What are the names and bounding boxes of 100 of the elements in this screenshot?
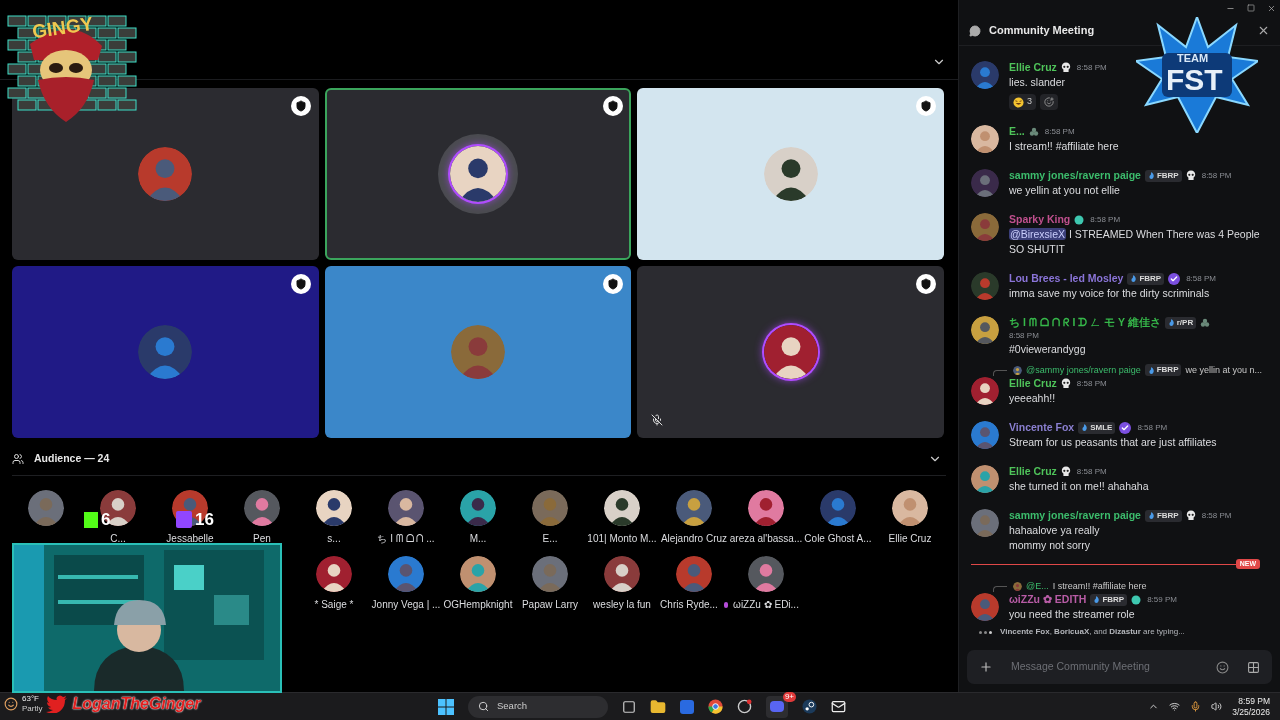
avatar — [1013, 581, 1022, 591]
participant-tile[interactable] — [324, 88, 632, 260]
participant-tile[interactable] — [12, 266, 319, 438]
audience-name[interactable]: C... — [110, 531, 126, 546]
audience-name[interactable]: ち I ᗰ ᗝ ᑎ ... — [377, 531, 435, 546]
author-name[interactable]: ωiZZu ✿ EDITH — [1009, 591, 1087, 608]
reaction-button[interactable]: 3 — [1009, 94, 1036, 110]
audience-name[interactable]: ωiZZu ✿ EDi... — [733, 597, 799, 612]
maximize-icon[interactable] — [1247, 4, 1255, 12]
participant-tile[interactable] — [637, 266, 944, 438]
notification-badge: 9+ — [782, 691, 796, 702]
flame-icon — [1147, 512, 1155, 519]
audience-name[interactable]: Chris Ryde... — [660, 597, 718, 612]
flame-icon — [1081, 424, 1089, 431]
timestamp: 8:59 PM — [1147, 593, 1177, 606]
network-icon[interactable] — [1169, 701, 1181, 712]
reply-mention[interactable]: @sammy jones/ravern paige — [1026, 364, 1141, 376]
steam-icon[interactable] — [802, 699, 817, 714]
clock-date[interactable]: 3/25/2026 — [1232, 706, 1270, 718]
author-name[interactable]: Ellie Cruz — [1009, 59, 1057, 76]
audience-name[interactable]: Alejandro Cruz — [660, 531, 728, 546]
avatar — [1013, 365, 1022, 375]
audience-name[interactable]: Cole Ghost A... — [804, 531, 872, 546]
audience-name[interactable]: Pen — [253, 531, 271, 546]
clock-time[interactable]: 8:59 PM — [1238, 695, 1270, 707]
author-name[interactable]: ち I ᗰ ᗝ ᑎ ᖇ I ᗪ ㄥ モ Y 維佳さ — [1009, 314, 1161, 331]
task-view-icon[interactable] — [622, 699, 636, 714]
author-name[interactable]: Ellie Cruz — [1009, 463, 1057, 480]
audience-name[interactable]: OGHempknight — [443, 597, 513, 612]
emblem-small-text: TEAM — [1177, 53, 1209, 64]
typing-indicator: Vincente Fox, BoricuaX, and Dizastur are typing... — [1000, 626, 1185, 638]
browser-icon[interactable] — [708, 699, 723, 714]
audience-name[interactable]: M... — [469, 531, 487, 546]
laughing-emoji-icon — [1013, 96, 1024, 108]
author-name[interactable]: Sparky King — [1009, 211, 1071, 228]
taskbar-search-field[interactable]: Search — [468, 695, 608, 718]
message-text: she turned it on me!! ahahaha — [1009, 479, 1149, 494]
audience-name[interactable]: areza al'bassa... — [729, 531, 803, 546]
avatar — [460, 490, 496, 526]
windows-start-icon[interactable] — [438, 698, 454, 715]
moderator-shield-icon — [290, 96, 311, 116]
avatar — [971, 125, 999, 153]
mail-icon[interactable] — [831, 699, 846, 714]
apps-icon[interactable] — [1247, 660, 1260, 674]
flame-icon — [1147, 366, 1155, 374]
avatar — [532, 556, 568, 592]
app-square-icon[interactable] — [680, 699, 694, 714]
audience-name[interactable]: Jessabelle — [166, 531, 214, 546]
message-input[interactable]: Message Community Meeting — [1011, 659, 1198, 675]
folder-icon[interactable] — [650, 698, 666, 715]
emoji-icon[interactable] — [1216, 660, 1229, 674]
avatar — [316, 556, 352, 592]
reply-preview: we yellin at you n... — [1185, 364, 1262, 376]
audience-name[interactable]: wesley la fun — [593, 597, 651, 612]
avatar — [244, 490, 280, 526]
viewer-count: 16 — [195, 511, 214, 528]
close-window-icon[interactable] — [1267, 3, 1276, 13]
avatar — [971, 421, 999, 449]
add-reaction-button[interactable] — [1040, 94, 1058, 110]
flame-icon — [1147, 172, 1155, 179]
timestamp: 8:58 PM — [1201, 169, 1232, 182]
gem-icon — [1074, 214, 1085, 225]
participant-tile[interactable] — [324, 266, 632, 438]
message-text: SO SHUTIT — [1009, 242, 1066, 257]
author-name[interactable]: Ellie Cruz — [1009, 375, 1057, 392]
audience-name[interactable]: s... — [327, 531, 341, 546]
audience-name[interactable]: Jonny Vega | ... — [371, 597, 441, 612]
audience-name[interactable]: 101| Monto M... — [587, 531, 657, 546]
timestamp: 8:58 PM — [1076, 61, 1107, 74]
timestamp: 8:58 PM — [1076, 465, 1107, 478]
author-name[interactable]: E... — [1009, 123, 1025, 140]
author-name[interactable]: sammy jones/ravern paige — [1009, 507, 1141, 524]
avatar — [971, 213, 999, 241]
audience-name[interactable]: Papaw Larry — [521, 597, 579, 612]
author-name[interactable]: Lou Brees - led Mosley — [1009, 270, 1124, 287]
reply-mention[interactable]: @E... — [1026, 580, 1049, 592]
author-name[interactable]: sammy jones/ravern paige — [1009, 167, 1141, 184]
flame-icon — [1093, 596, 1101, 603]
message-text: Stream for us peasants that are just affiliates — [1009, 435, 1217, 450]
tag-label: r/PR — [1176, 318, 1194, 327]
close-icon[interactable] — [1257, 24, 1270, 37]
weather-temperature: 63°F — [22, 694, 40, 704]
message-text: hahaalove ya really — [1009, 523, 1101, 538]
user-mention[interactable]: @BirexsieX — [1009, 228, 1066, 240]
avatar — [450, 146, 506, 202]
audience-name[interactable]: Ellie Cruz — [888, 531, 932, 546]
audience-heading: Audience — 24 — [34, 451, 111, 467]
participant-tile[interactable] — [637, 88, 944, 260]
participant-tile[interactable] — [12, 88, 319, 260]
microphone-icon[interactable] — [1190, 701, 1202, 712]
volume-icon[interactable] — [1211, 701, 1223, 712]
avatar — [748, 490, 784, 526]
audience-name[interactable]: * Saige * — [314, 597, 354, 612]
avatar — [532, 490, 568, 526]
author-name[interactable]: Vincente Fox — [1009, 419, 1075, 436]
add-attachment-icon[interactable] — [979, 660, 993, 674]
skull-icon — [1060, 466, 1071, 477]
avatar — [451, 325, 505, 379]
message-field[interactable]: Message Community Meeting — [967, 650, 1272, 684]
audience-name[interactable]: E... — [542, 531, 558, 546]
